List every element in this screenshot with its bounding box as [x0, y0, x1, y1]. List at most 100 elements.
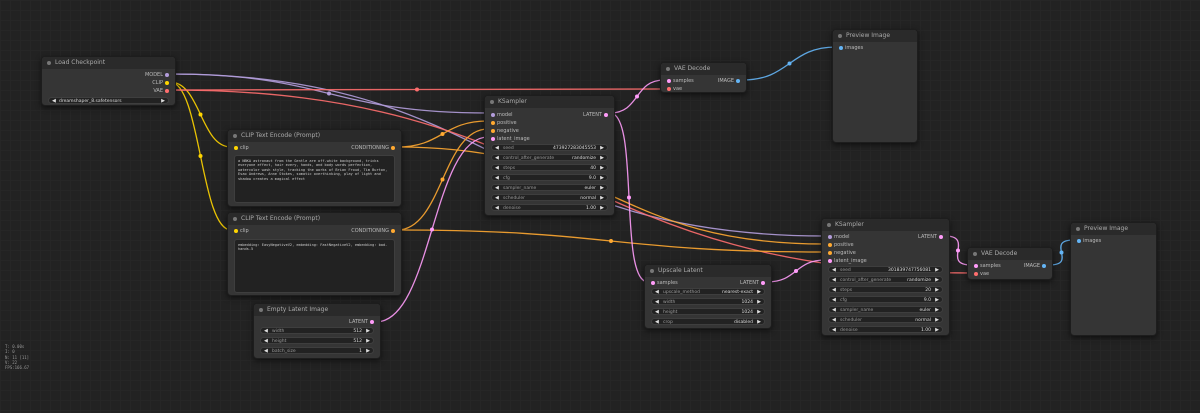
node-title[interactable]: Preview Image [1071, 223, 1156, 235]
output-conditioning[interactable]: CONDITIONING [351, 145, 395, 151]
arrow-right-icon[interactable]: ▶ [600, 195, 604, 202]
latent-socket-icon[interactable] [667, 79, 671, 83]
arrow-left-icon[interactable]: ◀ [832, 297, 836, 304]
collapse-dot-icon[interactable] [1076, 227, 1080, 231]
image-socket-icon[interactable] [839, 46, 843, 50]
arrow-left-icon[interactable]: ◀ [495, 185, 499, 192]
arrow-right-icon[interactable]: ▶ [366, 348, 370, 355]
clip-socket-icon[interactable] [234, 146, 238, 150]
output-latent[interactable]: LATENT [583, 112, 608, 118]
model-socket-icon[interactable] [165, 73, 169, 77]
node-title[interactable]: Empty Latent Image [254, 304, 380, 316]
input-vae[interactable]: vae [974, 271, 989, 277]
model-socket-icon[interactable] [828, 235, 832, 239]
conditioning-socket-icon[interactable] [491, 129, 495, 133]
node-empty-latent-image[interactable]: Empty Latent Image LATENT ◀ width 512 ▶ ◀ he… [253, 303, 381, 359]
widget-height[interactable]: ◀ height 1024 ▶ [651, 308, 765, 315]
widget-width[interactable]: ◀ width 1024 ▶ [651, 298, 765, 305]
widget-denoise[interactable]: ◀ denoise 1.00 ▶ [828, 326, 943, 333]
output-conditioning[interactable]: CONDITIONING [351, 228, 395, 234]
input-samples[interactable]: samples [974, 263, 1001, 269]
image-socket-icon[interactable] [736, 79, 740, 83]
widget-cfg[interactable]: ◀ cfg 9.0 ▶ [828, 296, 943, 303]
arrow-right-icon[interactable]: ▶ [600, 155, 604, 162]
vae-socket-icon[interactable] [165, 89, 169, 93]
node-ksampler-2[interactable]: KSampler model positive negative latent_… [821, 218, 950, 336]
arrow-right-icon[interactable]: ▶ [366, 338, 370, 345]
input-samples[interactable]: samples [667, 78, 694, 84]
widget-scheduler[interactable]: ◀ scheduler normal ▶ [828, 316, 943, 323]
collapse-dot-icon[interactable] [233, 134, 237, 138]
node-title[interactable]: Load Checkpoint [42, 57, 175, 69]
arrow-left-icon[interactable]: ◀ [495, 175, 499, 182]
arrow-left-icon[interactable]: ◀ [832, 287, 836, 294]
collapse-dot-icon[interactable] [650, 269, 654, 273]
widget-control-after-generate[interactable]: ◀ control_after_generate randomize ▶ [491, 154, 608, 161]
collapse-dot-icon[interactable] [973, 252, 977, 256]
conditioning-socket-icon[interactable] [491, 121, 495, 125]
latent-socket-icon[interactable] [651, 281, 655, 285]
model-socket-icon[interactable] [491, 113, 495, 117]
collapse-dot-icon[interactable] [490, 100, 494, 104]
arrow-left-icon[interactable]: ◀ [655, 289, 659, 296]
widget-denoise[interactable]: ◀ denoise 1.00 ▶ [491, 204, 608, 211]
height-widget[interactable]: ◀ height 512 ▶ [260, 337, 374, 344]
input-model[interactable]: model [491, 112, 513, 118]
input-clip[interactable]: clip [234, 228, 249, 234]
clip-socket-icon[interactable] [165, 81, 169, 85]
output-latent[interactable]: LATENT [349, 319, 374, 325]
widget-upscale-method[interactable]: ◀ upscale_method nearest-exact ▶ [651, 288, 765, 295]
arrow-right-icon[interactable]: ▶ [935, 287, 939, 294]
arrow-left-icon[interactable]: ◀ [495, 155, 499, 162]
clip-socket-icon[interactable] [234, 229, 238, 233]
batch-size-widget[interactable]: ◀ batch_size 1 ▶ [260, 347, 374, 354]
arrow-left-icon[interactable]: ◀ [495, 205, 499, 212]
input-model[interactable]: model [828, 234, 850, 240]
latent-socket-icon[interactable] [491, 137, 495, 141]
output-clip[interactable]: CLIP [152, 80, 169, 86]
node-vae-decode-1[interactable]: VAE Decode samples vae IMAGE [660, 62, 747, 93]
arrow-right-icon[interactable]: ▶ [600, 185, 604, 192]
prompt-textarea[interactable]: a NBKA astronaut from the Gentle are off… [234, 155, 395, 203]
arrow-left-icon[interactable]: ◀ [495, 145, 499, 152]
output-vae[interactable]: VAE [153, 88, 169, 94]
node-preview-image-2[interactable]: Preview Image images [1070, 222, 1157, 336]
latent-socket-icon[interactable] [939, 235, 943, 239]
arrow-right-icon[interactable]: ▶ [757, 309, 761, 316]
collapse-dot-icon[interactable] [827, 223, 831, 227]
input-samples[interactable]: samples [651, 280, 678, 286]
vae-socket-icon[interactable] [667, 87, 671, 91]
collapse-dot-icon[interactable] [259, 308, 263, 312]
arrow-right-icon[interactable]: ▶ [935, 297, 939, 304]
arrow-left-icon[interactable]: ◀ [832, 307, 836, 314]
arrow-left-icon[interactable]: ◀ [264, 348, 268, 355]
input-latent-image[interactable]: latent_image [828, 258, 867, 264]
arrow-right-icon[interactable]: ▶ [935, 327, 939, 334]
latent-socket-icon[interactable] [761, 281, 765, 285]
widget-scheduler[interactable]: ◀ scheduler normal ▶ [491, 194, 608, 201]
widget-seed[interactable]: ◀ seed 301839747756081 ▶ [828, 266, 943, 273]
node-clip-text-encode-positive[interactable]: CLIP Text Encode (Prompt) clip CONDITION… [227, 129, 402, 207]
node-title[interactable]: Preview Image [833, 30, 917, 42]
arrow-right-icon[interactable]: ▶ [757, 289, 761, 296]
widget-sampler-name[interactable]: ◀ sampler_name euler ▶ [828, 306, 943, 313]
node-title[interactable]: VAE Decode [968, 248, 1052, 260]
conditioning-socket-icon[interactable] [828, 251, 832, 255]
arrow-left-icon[interactable]: ◀ [832, 267, 836, 274]
arrow-right-icon[interactable]: ▶ [366, 328, 370, 335]
node-preview-image-1[interactable]: Preview Image images [832, 29, 918, 143]
latent-socket-icon[interactable] [370, 320, 374, 324]
input-positive[interactable]: positive [491, 120, 517, 126]
latent-socket-icon[interactable] [828, 259, 832, 263]
arrow-right-icon[interactable]: ▶ [600, 175, 604, 182]
widget-sampler-name[interactable]: ◀ sampler_name euler ▶ [491, 184, 608, 191]
collapse-dot-icon[interactable] [233, 217, 237, 221]
arrow-right-icon[interactable]: ▶ [161, 98, 165, 105]
node-ksampler-1[interactable]: KSampler model positive negative latent_… [484, 95, 615, 216]
widget-steps[interactable]: ◀ steps 40 ▶ [491, 164, 608, 171]
arrow-left-icon[interactable]: ◀ [832, 327, 836, 334]
output-latent[interactable]: LATENT [918, 234, 943, 240]
arrow-left-icon[interactable]: ◀ [832, 277, 836, 284]
arrow-right-icon[interactable]: ▶ [600, 145, 604, 152]
node-upscale-latent[interactable]: Upscale Latent samples LATENT ◀ upscale_m… [644, 264, 772, 329]
